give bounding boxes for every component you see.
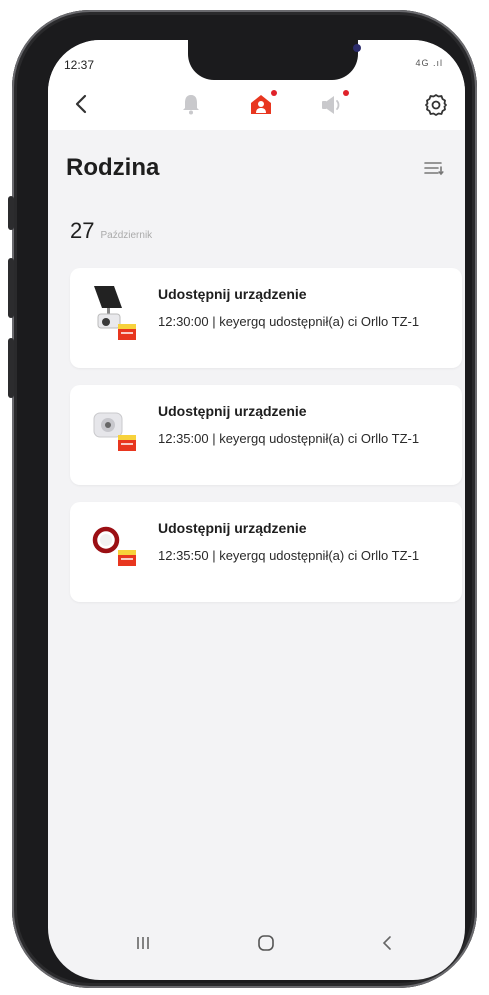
side-button-volume-up xyxy=(8,258,14,318)
date-group-header: 27 Październik xyxy=(70,218,152,244)
back-button[interactable] xyxy=(68,90,96,118)
filter-button[interactable] xyxy=(423,158,445,178)
page-title: Rodzina xyxy=(66,154,160,181)
notch xyxy=(188,40,361,80)
side-button-action xyxy=(8,196,14,230)
nav-home-button[interactable] xyxy=(251,928,281,958)
chevron-left-icon xyxy=(75,94,87,114)
front-camera xyxy=(353,44,361,52)
bell-icon xyxy=(183,95,199,115)
nav-recents-button[interactable] xyxy=(128,928,158,958)
indoor-camera-icon xyxy=(93,412,136,451)
date-month: Październik xyxy=(100,230,153,241)
filter-list-icon xyxy=(424,162,444,176)
side-button-volume-down xyxy=(8,338,14,398)
app-screen: 12:37 4G .ıl Rodzina 27 Październik Udos… xyxy=(48,40,465,980)
event-description: 12:35:50 | keyergq udostępnił(a) ci Orll… xyxy=(158,548,420,563)
smoke-detector-icon xyxy=(92,526,136,566)
event-title: Udostępnij urządzenie xyxy=(158,403,307,419)
phone-frame: 12:37 4G .ıl Rodzina 27 Październik Udos… xyxy=(8,10,477,988)
event-card[interactable]: Udostępnij urządzenie 12:35:50 | keyergq… xyxy=(70,502,462,602)
family-badge-dot xyxy=(271,90,277,96)
gear-icon xyxy=(425,94,447,116)
settings-button[interactable] xyxy=(421,90,451,120)
event-title: Udostępnij urządzenie xyxy=(158,520,307,536)
tab-notifications[interactable] xyxy=(176,90,206,118)
nav-back-button[interactable] xyxy=(372,928,402,958)
tab-announcements[interactable] xyxy=(316,90,349,118)
home-circle-icon xyxy=(258,935,274,951)
recents-icon xyxy=(137,937,149,949)
nav-back-icon xyxy=(382,936,391,950)
device-thumbnail xyxy=(88,399,144,459)
event-description: 12:35:00 | keyergq udostępnił(a) ci Orll… xyxy=(158,431,420,446)
event-title: Udostępnij urządzenie xyxy=(158,286,307,302)
system-nav-bar xyxy=(48,920,465,980)
event-card[interactable]: Udostępnij urządzenie 12:30:00 | keyergq… xyxy=(70,268,462,368)
date-day: 27 xyxy=(70,218,95,243)
event-description: 12:30:00 | keyergq udostępnił(a) ci Orll… xyxy=(158,314,420,329)
device-thumbnail xyxy=(88,282,144,342)
event-card[interactable]: Udostępnij urządzenie 12:35:00 | keyergq… xyxy=(70,385,462,485)
megaphone-icon xyxy=(322,96,340,114)
device-thumbnail xyxy=(88,516,144,576)
status-indicators: 4G .ıl xyxy=(415,58,443,68)
tab-family[interactable] xyxy=(246,90,277,118)
announcements-badge-dot xyxy=(343,90,349,96)
status-time: 12:37 xyxy=(64,58,95,72)
solar-camera-icon xyxy=(94,286,136,340)
